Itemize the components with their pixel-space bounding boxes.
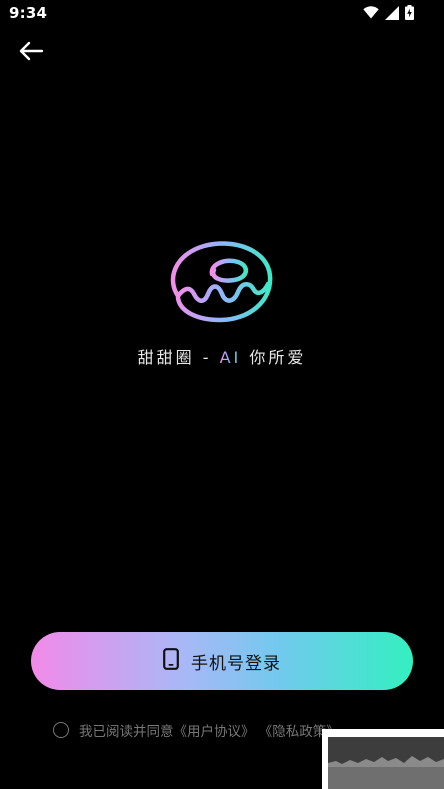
phone-icon [163,648,179,674]
donut-logo [164,236,280,332]
slogan-ai: AI [219,348,242,367]
back-button[interactable] [14,38,48,68]
status-icons [363,5,414,20]
agreement-prefix: 我已阅读并同意 [79,724,174,740]
phone-login-label: 手机号登录 [191,653,281,674]
status-time: 9:34 [9,4,48,22]
agreement-checkbox[interactable] [53,722,69,738]
preview-image [328,737,444,789]
battery-charging-icon [405,5,414,20]
wifi-icon [363,6,379,19]
slogan-suffix: 你所爱 [241,348,307,367]
cellular-signal-icon [385,5,399,20]
agreement-row: 我已阅读并同意《用户协议》 《隐私政策》 [53,720,340,740]
phone-login-button[interactable]: 手机号登录 [31,632,413,690]
brand-slogan: 甜甜圈 - AI 你所爱 [0,344,444,368]
status-bar: 9:34 [0,0,444,26]
slogan-prefix: 甜甜圈 - [137,348,220,367]
user-agreement-link[interactable]: 《用户协议》 [174,724,255,740]
agreement-text: 我已阅读并同意《用户协议》 《隐私政策》 [79,720,340,740]
floating-preview-thumbnail[interactable] [322,729,444,789]
arrow-left-icon [18,41,44,65]
